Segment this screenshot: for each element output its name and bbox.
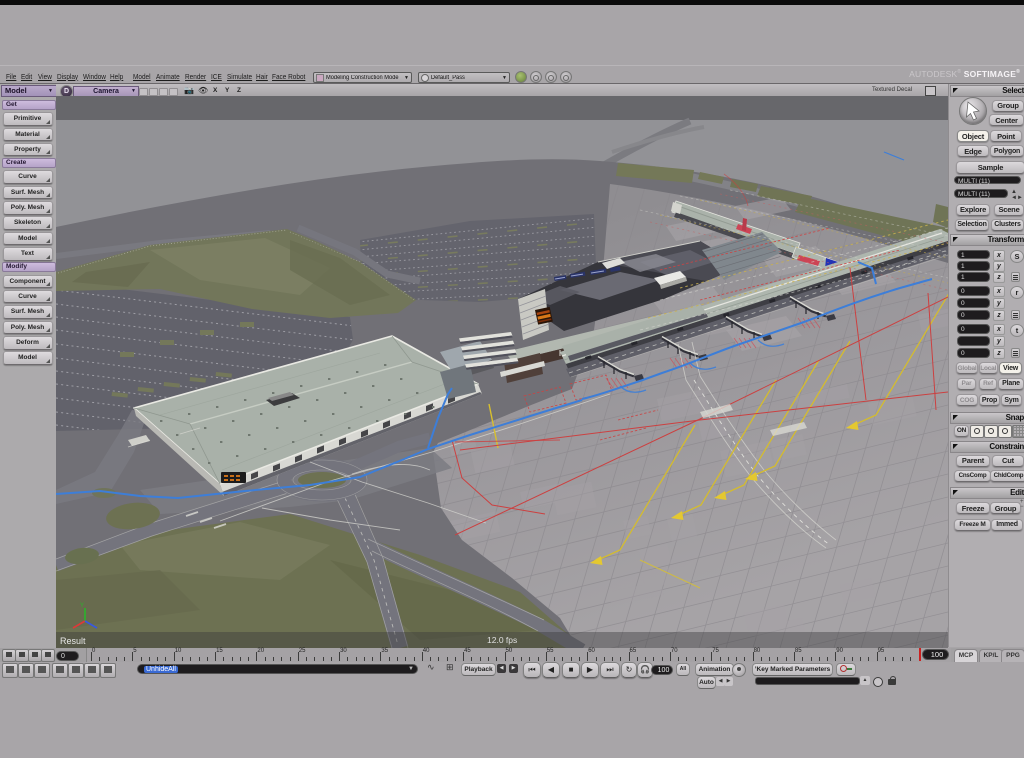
svg-text:Result: Result <box>60 636 86 646</box>
svg-text:12.0 fps: 12.0 fps <box>487 635 517 645</box>
svg-text:Y: Y <box>80 603 84 609</box>
